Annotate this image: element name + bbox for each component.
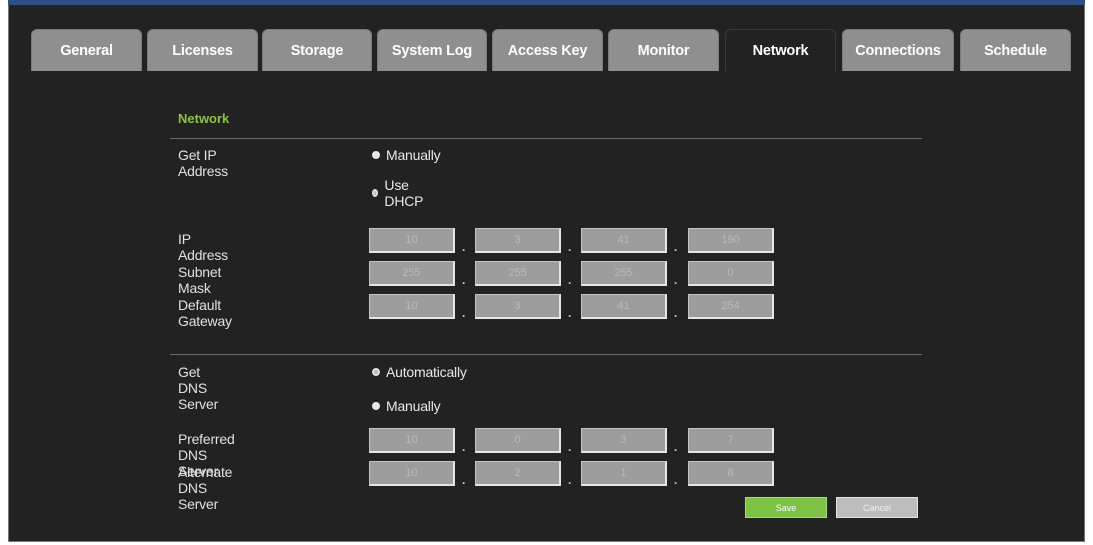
save-button[interactable]: Save xyxy=(745,497,827,518)
get-dns-label: Get DNS Server xyxy=(178,364,219,412)
radio-selected-icon xyxy=(372,402,380,410)
ip-octet-3[interactable] xyxy=(581,228,667,253)
cancel-button[interactable]: Cancel xyxy=(836,497,918,518)
tab-access-key[interactable]: Access Key xyxy=(492,29,603,71)
octet-separator: . xyxy=(674,306,678,320)
subnet-mask-label: Subnet Mask xyxy=(178,264,222,296)
alternate-dns-label: Alternate DNS Server xyxy=(178,464,233,512)
radio-unselected-icon xyxy=(372,368,380,376)
dns-manual-radio[interactable]: Manually xyxy=(372,398,441,414)
gateway-octet-2[interactable] xyxy=(475,294,561,319)
dns-automatic-radio[interactable]: Automatically xyxy=(372,364,467,380)
octet-separator: . xyxy=(462,273,466,287)
octet-separator: . xyxy=(462,306,466,320)
tab-system-log[interactable]: System Log xyxy=(377,29,487,71)
subnet-octet-1[interactable] xyxy=(369,261,455,286)
preferred-dns-octet-1[interactable] xyxy=(369,428,455,453)
octet-separator: . xyxy=(674,273,678,287)
tab-schedule[interactable]: Schedule xyxy=(960,29,1071,71)
alternate-dns-octet-4[interactable] xyxy=(688,461,774,486)
alternate-dns-octet-2[interactable] xyxy=(475,461,561,486)
octet-separator: . xyxy=(568,440,572,454)
section-divider xyxy=(170,354,922,355)
octet-separator: . xyxy=(568,240,572,254)
radio-unselected-icon xyxy=(372,189,379,197)
section-divider xyxy=(170,138,922,139)
ip-address-label: IP Address xyxy=(178,231,228,263)
ip-manual-label: Manually xyxy=(386,147,441,163)
octet-separator: . xyxy=(462,240,466,254)
octet-separator: . xyxy=(674,440,678,454)
tab-licenses[interactable]: Licenses xyxy=(147,29,258,71)
tab-connections[interactable]: Connections xyxy=(842,29,954,71)
tab-monitor[interactable]: Monitor xyxy=(608,29,719,71)
tab-storage[interactable]: Storage xyxy=(262,29,372,71)
ip-octet-2[interactable] xyxy=(475,228,561,253)
octet-separator: . xyxy=(674,240,678,254)
subnet-octet-2[interactable] xyxy=(475,261,561,286)
preferred-dns-octet-3[interactable] xyxy=(581,428,667,453)
radio-selected-icon xyxy=(372,151,380,159)
ip-dhcp-label: Use DHCP xyxy=(384,177,424,209)
octet-separator: . xyxy=(568,306,572,320)
octet-separator: . xyxy=(568,273,572,287)
subnet-octet-4[interactable] xyxy=(688,261,774,286)
tab-bar: General Licenses Storage System Log Acce… xyxy=(0,0,1093,80)
tab-general[interactable]: General xyxy=(31,29,142,71)
subnet-octet-3[interactable] xyxy=(581,261,667,286)
alternate-dns-octet-3[interactable] xyxy=(581,461,667,486)
get-ip-label: Get IP Address xyxy=(178,147,228,179)
ip-dhcp-radio[interactable]: Use DHCP xyxy=(372,177,425,209)
octet-separator: . xyxy=(674,473,678,487)
ip-manual-radio[interactable]: Manually xyxy=(372,147,441,163)
gateway-octet-4[interactable] xyxy=(688,294,774,319)
default-gateway-label: Default Gateway xyxy=(178,297,232,329)
dns-automatic-label: Automatically xyxy=(386,364,467,380)
gateway-octet-3[interactable] xyxy=(581,294,667,319)
alternate-dns-octet-1[interactable] xyxy=(369,461,455,486)
dns-manual-label: Manually xyxy=(386,398,441,414)
section-title: Network xyxy=(178,111,230,126)
octet-separator: . xyxy=(568,473,572,487)
preferred-dns-octet-2[interactable] xyxy=(475,428,561,453)
octet-separator: . xyxy=(462,440,466,454)
preferred-dns-octet-4[interactable] xyxy=(688,428,774,453)
octet-separator: . xyxy=(462,473,466,487)
gateway-octet-1[interactable] xyxy=(369,294,455,319)
tab-network[interactable]: Network xyxy=(725,29,836,71)
ip-octet-1[interactable] xyxy=(369,228,455,253)
ip-octet-4[interactable] xyxy=(688,228,774,253)
